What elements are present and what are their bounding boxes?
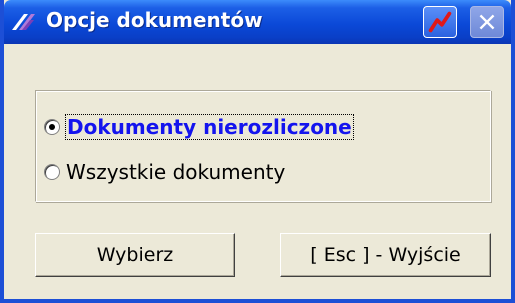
app-logo-icon — [10, 10, 38, 34]
radio-button-checked[interactable] — [44, 119, 60, 135]
radio-label-unsettled[interactable]: Dokumenty nierozliczone — [65, 114, 354, 140]
radio-label-all[interactable]: Wszystkie dokumenty — [66, 160, 285, 184]
dialog-window: Opcje dokumentów Dokumenty nierozliczone… — [0, 0, 515, 303]
radio-button-unchecked[interactable] — [44, 164, 60, 180]
select-button[interactable]: Wybierz — [35, 233, 235, 277]
exit-button[interactable]: [ Esc ] - Wyjście — [280, 233, 491, 277]
zigzag-button[interactable] — [423, 6, 457, 38]
radio-option-all[interactable]: Wszystkie dokumenty — [44, 157, 285, 187]
close-button[interactable] — [470, 6, 504, 38]
title-bar[interactable]: Opcje dokumentów — [4, 0, 511, 44]
window-title: Opcje dokumentów — [46, 8, 263, 32]
radio-option-unsettled[interactable]: Dokumenty nierozliczone — [44, 112, 354, 142]
